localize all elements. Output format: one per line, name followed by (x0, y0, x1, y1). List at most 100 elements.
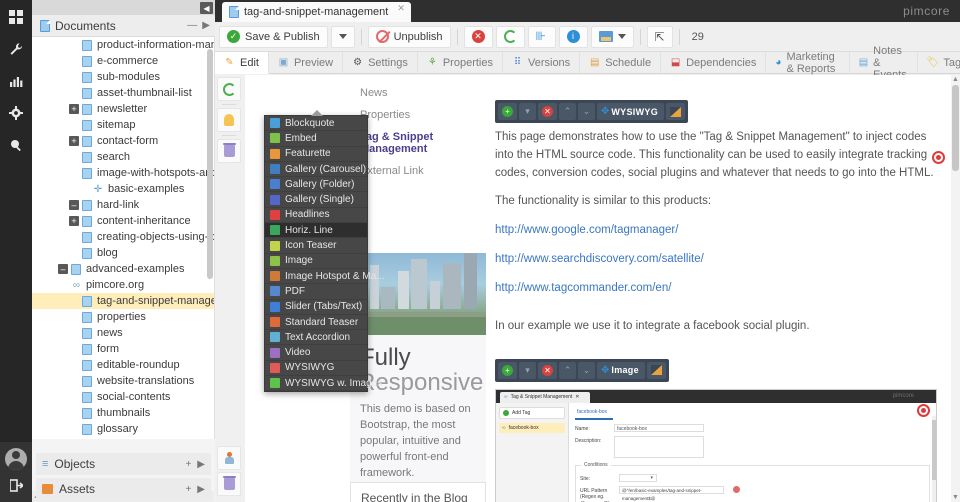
marker-icon[interactable] (932, 151, 945, 164)
tab-tags[interactable]: 🏷Tags (918, 52, 960, 73)
info-button[interactable]: i (558, 25, 588, 48)
reload-tool-button[interactable] (217, 77, 241, 101)
translations-button[interactable]: ⊪ (527, 25, 556, 48)
add-element-button[interactable]: + (498, 361, 517, 379)
external-link-2[interactable]: http://www.searchdiscovery.com/satellite… (495, 251, 937, 269)
expand-icon[interactable]: + (69, 136, 79, 146)
move-down-button[interactable]: ⌄ (578, 361, 595, 379)
add-asset-icon[interactable]: + (185, 484, 191, 495)
tree-node[interactable]: sitemap (32, 117, 214, 133)
tab-edit[interactable]: ✎ Edit (215, 52, 269, 74)
tree-node[interactable]: ✛ basic-examples (32, 181, 214, 197)
scroll-up-arrow[interactable]: ▲ (952, 76, 959, 83)
element-type-button[interactable]: ✥ WYSIWYG (597, 103, 664, 120)
remove-tool-button[interactable] (217, 139, 241, 163)
tab-settings[interactable]: ⚙ Settings (343, 52, 418, 73)
tree-node[interactable]: – hard-link (32, 197, 214, 213)
sidebar-item-objects[interactable]: ≡ Objects + ▶ (36, 453, 211, 475)
menu-item-gallery-folder[interactable]: Gallery (Folder) (265, 177, 367, 193)
tree-node[interactable]: editable-roundup (32, 357, 214, 373)
add-object-icon[interactable]: + (185, 459, 191, 470)
collapse-icon[interactable]: – (69, 200, 79, 210)
page-nav-item[interactable]: Tag & Snippet Management (350, 126, 486, 160)
move-up-button[interactable]: ⌃ (559, 103, 576, 120)
add-element-dropdown-menu[interactable]: Blockquote Embed Featurette Gallery (Carous… (264, 110, 385, 393)
expand-assets-icon[interactable]: ▶ (197, 484, 205, 495)
collapse-icon[interactable]: – (58, 264, 68, 274)
menu-item-featurette[interactable]: Featurette (265, 147, 367, 162)
tree-node[interactable]: + content-inheritance (32, 213, 214, 229)
sidebar-item-assets[interactable]: Assets + ▶ (36, 478, 211, 500)
remove-tool-button-bottom[interactable] (217, 472, 241, 496)
scroll-down-arrow[interactable]: ▼ (952, 494, 959, 501)
tree-node[interactable]: creating-objects-using-form (32, 229, 214, 245)
tree-node[interactable]: form (32, 341, 214, 357)
tree-node[interactable]: tag-and-snippet-managem (32, 293, 214, 309)
menu-item-headlines[interactable]: Headlines (265, 208, 367, 224)
remove-element-button[interactable]: ✕ (538, 361, 557, 379)
reload-button[interactable] (495, 25, 525, 48)
menu-item-image[interactable]: Image (265, 254, 367, 269)
tree-node[interactable]: galleries (32, 437, 214, 439)
expand-icon[interactable]: + (69, 104, 79, 114)
unpublish-button[interactable]: Unpublish (367, 25, 451, 48)
pointer-button[interactable]: ⇱ (646, 25, 673, 48)
tree-node[interactable]: sub-modules (32, 69, 214, 85)
hint-tool-button[interactable] (217, 108, 241, 132)
menu-item-blockquote[interactable]: Blockquote (265, 116, 367, 132)
move-up-button[interactable]: ⌃ (559, 361, 576, 379)
add-dropdown-button[interactable]: ▾ (519, 361, 536, 379)
tab-dependencies[interactable]: ⬓ Dependencies (661, 52, 767, 73)
page-nav-item[interactable]: News (350, 82, 486, 104)
expand-icon[interactable]: ▶ (202, 20, 210, 31)
tree-node[interactable]: asset-thumbnail-list (32, 85, 214, 101)
tab-marketing-reports[interactable]: ◕ Marketing & Reports (766, 51, 850, 75)
menu-item-image-hotspot-ma[interactable]: Image Hotspot & Ma... (265, 269, 385, 285)
tree-node[interactable]: website-translations (32, 373, 214, 389)
move-down-button[interactable]: ⌄ (578, 103, 595, 120)
tree-node[interactable]: + newsletter (32, 101, 214, 117)
settings-gear-icon[interactable] (7, 104, 25, 122)
tree-node[interactable]: + contact-form (32, 133, 214, 149)
tree-node[interactable]: search (32, 149, 214, 165)
menu-item-horiz-line[interactable]: Horiz. Line (265, 223, 367, 239)
tree-node[interactable]: e-commerce (32, 53, 214, 69)
canvas-scrollbar[interactable]: ▲ ▼ (951, 75, 960, 502)
save-dropdown-button[interactable] (330, 25, 355, 48)
tab-schedule[interactable]: ▤ Schedule (580, 52, 662, 73)
menu-item-icon-teaser[interactable]: Icon Teaser (265, 238, 367, 254)
personas-button[interactable] (590, 25, 634, 48)
add-element-button[interactable]: + (498, 103, 517, 120)
tree-node[interactable]: properties (32, 309, 214, 325)
tools-wrench-icon[interactable] (7, 40, 25, 58)
save-publish-button[interactable]: ✓ Save & Publish (219, 25, 328, 48)
delete-button[interactable]: ✕ (463, 25, 493, 48)
logout-icon[interactable] (7, 476, 25, 494)
add-dropdown-button[interactable]: ▾ (519, 103, 536, 120)
remove-element-button[interactable]: ✕ (538, 103, 557, 120)
search-icon[interactable] (7, 136, 25, 154)
tree-node[interactable]: social-contents (32, 389, 214, 405)
edit-element-button[interactable] (646, 361, 666, 379)
page-nav-item[interactable]: Properties (350, 104, 486, 126)
element-type-button[interactable]: ✥ Image (597, 361, 645, 379)
minimize-icon[interactable]: — (187, 20, 197, 31)
persona-tool-button[interactable] (217, 446, 241, 470)
marker-icon[interactable] (917, 403, 930, 417)
menu-item-embed[interactable]: Embed (265, 131, 367, 147)
menu-item-gallery-carousel[interactable]: Gallery (Carousel) (265, 162, 367, 178)
tree-node[interactable]: thumbnails (32, 405, 214, 421)
tree-node[interactable]: glossary (32, 421, 214, 437)
documents-tree[interactable]: product-information-mana e-commerce sub-mo… (32, 37, 215, 439)
menu-item-video[interactable]: Video (265, 345, 367, 361)
edit-element-button[interactable] (666, 103, 685, 120)
menu-item-wysiwyg[interactable]: WYSIWYG (265, 361, 367, 377)
tree-node[interactable]: image-with-hotspots-and-m (32, 165, 214, 181)
expand-icon[interactable]: + (69, 216, 79, 226)
page-nav-item[interactable]: External Link (350, 160, 486, 182)
tree-node[interactable]: product-information-mana (32, 37, 214, 53)
tree-node[interactable]: blog (32, 245, 214, 261)
tab-properties[interactable]: ⚘ Properties (417, 52, 503, 73)
tree-node[interactable]: news (32, 325, 214, 341)
menu-item-text-accordion[interactable]: Text Accordion (265, 330, 367, 346)
